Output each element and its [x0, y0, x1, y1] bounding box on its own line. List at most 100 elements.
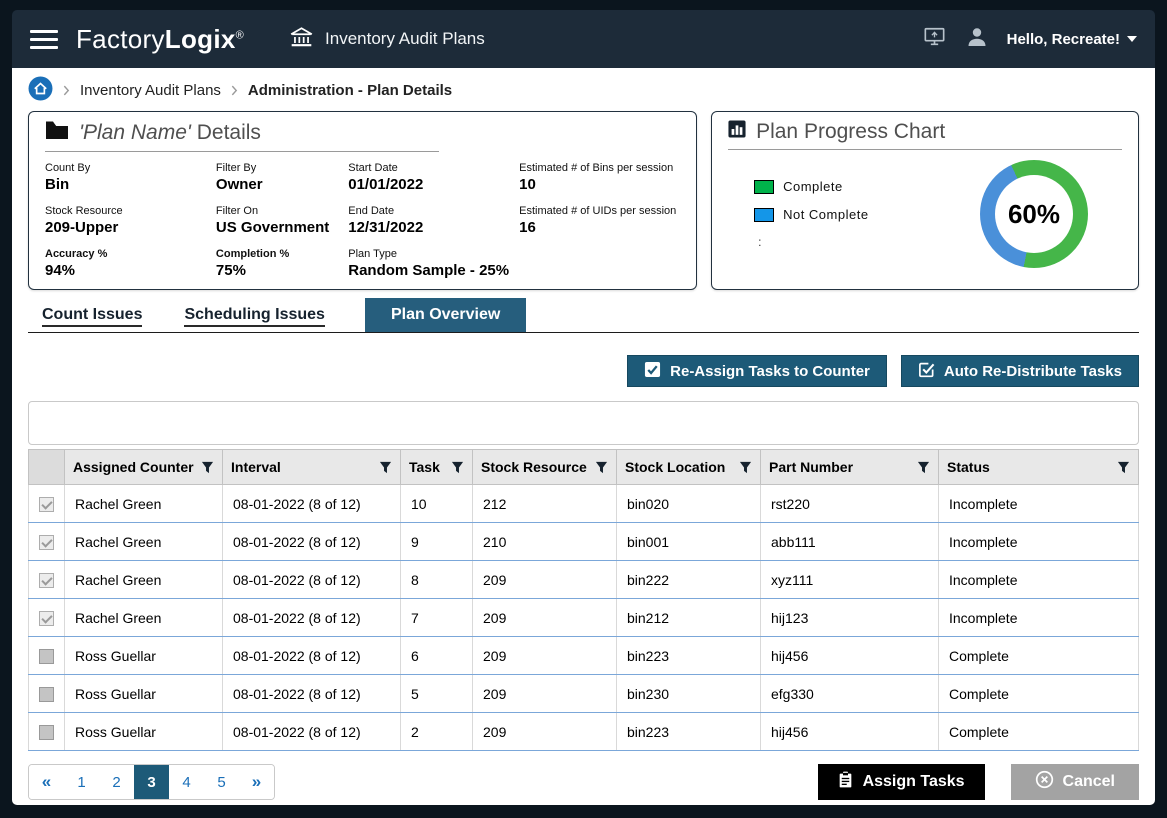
cell-interval: 08-01-2022 (8 of 12) — [223, 675, 401, 713]
filter-funnel-icon[interactable] — [595, 461, 608, 474]
cell-task: 2 — [401, 713, 473, 751]
legend-swatch-complete — [754, 180, 774, 194]
cancel-button[interactable]: Cancel — [1011, 764, 1139, 800]
cell-assigned-counter: Rachel Green — [65, 523, 223, 561]
pagination-page-4[interactable]: 4 — [169, 765, 204, 799]
filter-funnel-icon[interactable] — [917, 461, 930, 474]
cell-part-number: xyz111 — [761, 561, 939, 599]
assign-tasks-button[interactable]: Assign Tasks — [818, 764, 985, 800]
pagination-page-1[interactable]: 1 — [64, 765, 99, 799]
row-checkbox[interactable] — [39, 535, 54, 550]
cell-interval: 08-01-2022 (8 of 12) — [223, 599, 401, 637]
table-row: Rachel Green 08-01-2022 (8 of 12) 8 209 … — [29, 561, 1139, 599]
footer-row: « 1 2 3 4 5 » Assi — [28, 764, 1139, 800]
cell-interval: 08-01-2022 (8 of 12) — [223, 561, 401, 599]
header-status: Status — [939, 450, 1139, 485]
row-checkbox[interactable] — [39, 687, 54, 702]
filter-funnel-icon[interactable] — [379, 461, 392, 474]
cell-stock-resource: 209 — [473, 675, 617, 713]
chevron-right-icon — [63, 85, 70, 96]
tasks-table: Assigned Counter Interval Task Stock Res… — [28, 449, 1139, 751]
cell-interval: 08-01-2022 (8 of 12) — [223, 523, 401, 561]
filter-funnel-icon[interactable] — [739, 461, 752, 474]
cell-assigned-counter: Ross Guellar — [65, 637, 223, 675]
cell-part-number: hij456 — [761, 713, 939, 751]
filter-funnel-icon[interactable] — [451, 461, 464, 474]
cell-task: 10 — [401, 485, 473, 523]
pagination: « 1 2 3 4 5 » — [28, 764, 275, 800]
breadcrumb-level1[interactable]: Inventory Audit Plans — [80, 82, 221, 99]
main-content: Inventory Audit Plans Administration - P… — [12, 68, 1155, 805]
filter-funnel-icon[interactable] — [1117, 461, 1130, 474]
auto-redistribute-button[interactable]: Auto Re-Distribute Tasks — [901, 355, 1139, 387]
row-checkbox[interactable] — [39, 497, 54, 512]
header-stock-resource: Stock Resource — [473, 450, 617, 485]
checkbox-check-icon — [644, 361, 661, 382]
field-plan-type: Plan TypeRandom Sample - 25% — [348, 248, 509, 279]
plan-progress-panel: Plan Progress Chart Complete Not Complet… — [711, 111, 1139, 290]
row-checkbox[interactable] — [39, 611, 54, 626]
cell-task: 8 — [401, 561, 473, 599]
tab-plan-overview[interactable]: Plan Overview — [365, 298, 526, 332]
screen-share-icon[interactable] — [922, 26, 947, 53]
pagination-first[interactable]: « — [29, 765, 64, 799]
cell-status: Incomplete — [939, 599, 1139, 637]
cell-status: Complete — [939, 675, 1139, 713]
field-end-date: End Date12/31/2022 — [348, 205, 509, 236]
cell-assigned-counter: Ross Guellar — [65, 675, 223, 713]
reassign-tasks-button[interactable]: Re-Assign Tasks to Counter — [627, 355, 887, 387]
field-filter-on: Filter OnUS Government — [216, 205, 338, 236]
legend-complete: Complete — [754, 179, 868, 194]
row-checkbox[interactable] — [39, 573, 54, 588]
cell-status: Incomplete — [939, 523, 1139, 561]
filter-funnel-icon[interactable] — [201, 461, 214, 474]
cell-interval: 08-01-2022 (8 of 12) — [223, 485, 401, 523]
page-title-group: Inventory Audit Plans — [288, 25, 485, 54]
pagination-page-5[interactable]: 5 — [204, 765, 239, 799]
legend-label-complete: Complete — [783, 179, 843, 194]
brand-regular: Factory — [76, 24, 165, 54]
tab-count-issues[interactable]: Count Issues — [40, 298, 144, 332]
row-checkbox[interactable] — [39, 649, 54, 664]
pagination-page-3[interactable]: 3 — [134, 765, 169, 799]
user-avatar-icon[interactable] — [965, 25, 989, 54]
pagination-last[interactable]: » — [239, 765, 274, 799]
user-menu[interactable]: Hello, Recreate! — [1007, 31, 1137, 48]
plan-details-fields: Count ByBin Filter ByOwner Start Date01/… — [45, 162, 680, 279]
pagination-page-2[interactable]: 2 — [99, 765, 134, 799]
folder-icon — [45, 120, 69, 146]
greeting-text: Hello, Recreate! — [1007, 31, 1120, 48]
header-interval: Interval — [223, 450, 401, 485]
hamburger-menu-icon[interactable] — [30, 30, 58, 49]
row-checkbox[interactable] — [39, 725, 54, 740]
legend-swatch-not-complete — [754, 208, 774, 222]
cell-task: 6 — [401, 637, 473, 675]
brand-logo: FactoryLogix® — [76, 24, 244, 55]
tab-scheduling-issues[interactable]: Scheduling Issues — [182, 298, 326, 332]
registered-mark: ® — [236, 29, 244, 41]
chevron-right-icon — [231, 85, 238, 96]
cell-assigned-counter: Rachel Green — [65, 599, 223, 637]
cell-status: Complete — [939, 637, 1139, 675]
cancel-circle-x-icon — [1035, 770, 1054, 794]
cell-stock-resource: 209 — [473, 713, 617, 751]
home-icon[interactable] — [28, 76, 53, 105]
cell-interval: 08-01-2022 (8 of 12) — [223, 637, 401, 675]
cell-stock-location: bin212 — [617, 599, 761, 637]
plan-progress-title: Plan Progress Chart — [728, 120, 1122, 150]
progress-body: Complete Not Complete : 60% — [728, 160, 1122, 268]
field-start-date: Start Date01/01/2022 — [348, 162, 509, 193]
cell-stock-location: bin001 — [617, 523, 761, 561]
actions-row: Re-Assign Tasks to Counter Auto Re-Distr… — [28, 355, 1139, 387]
cell-status: Incomplete — [939, 485, 1139, 523]
table-header-row: Assigned Counter Interval Task Stock Res… — [29, 450, 1139, 485]
cell-part-number: abb111 — [761, 523, 939, 561]
progress-title-text: Plan Progress Chart — [756, 120, 945, 144]
cell-part-number: hij456 — [761, 637, 939, 675]
cell-stock-location: bin020 — [617, 485, 761, 523]
cell-interval: 08-01-2022 (8 of 12) — [223, 713, 401, 751]
cell-task: 7 — [401, 599, 473, 637]
cell-task: 5 — [401, 675, 473, 713]
field-count-by: Count ByBin — [45, 162, 206, 193]
donut-center-label: 60% — [995, 175, 1073, 253]
